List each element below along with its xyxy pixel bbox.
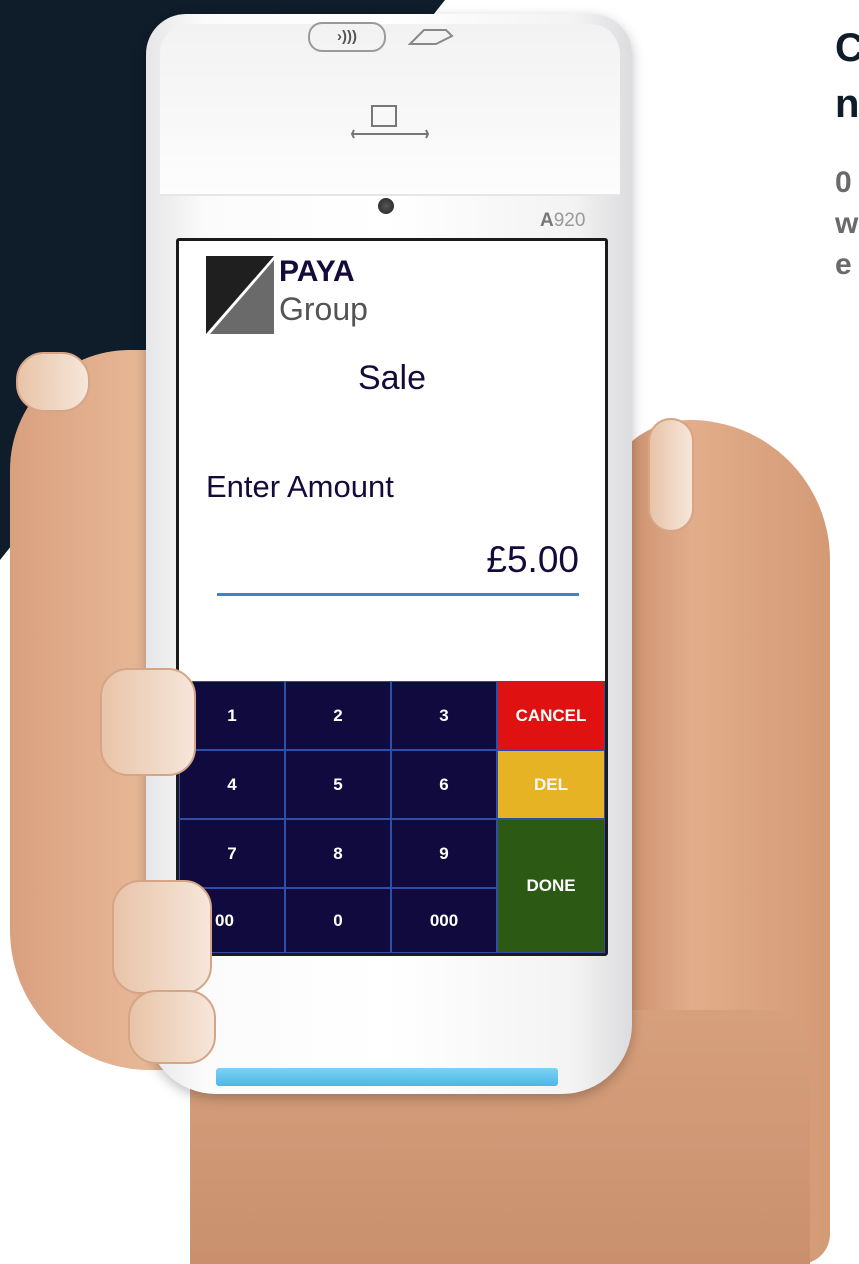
key-5[interactable]: 5 — [285, 750, 391, 819]
enter-amount-label: Enter Amount — [206, 469, 394, 504]
fingernail-middle — [112, 880, 212, 994]
key-0[interactable]: 0 — [285, 888, 391, 953]
cancel-button[interactable]: CANCEL — [497, 681, 605, 750]
logo-text-group: Group — [279, 291, 368, 327]
fingernail-index — [100, 668, 196, 776]
delete-button[interactable]: DEL — [497, 750, 605, 819]
done-button[interactable]: DONE — [497, 819, 605, 953]
logo-text-paya: PAYA — [279, 255, 355, 288]
contactless-icon: ›))) — [308, 22, 386, 52]
card-tap-icon — [406, 24, 456, 54]
numeric-keypad: 1 2 3 CANCEL 4 5 6 DEL 7 8 9 DONE 00 0 0… — [179, 681, 605, 953]
amount-underline — [217, 593, 579, 596]
fingernail-top — [16, 352, 90, 412]
key-7[interactable]: 7 — [179, 819, 285, 888]
side-heading: C n — [835, 26, 859, 126]
key-9[interactable]: 9 — [391, 819, 497, 888]
camera-lens — [378, 198, 394, 214]
key-4[interactable]: 4 — [179, 750, 285, 819]
paya-logo-icon — [206, 256, 274, 334]
status-light-bar — [216, 1068, 558, 1086]
sale-title: Sale — [357, 359, 427, 397]
key-000[interactable]: 000 — [391, 888, 497, 953]
side-paragraph: 0 w e — [835, 166, 859, 281]
amount-input[interactable]: £5.00 — [486, 539, 579, 581]
key-8[interactable]: 8 — [285, 819, 391, 888]
terminal-screen: PAYA Group Sale Enter Amount £5.00 1 2 3… — [176, 238, 608, 956]
key-2[interactable]: 2 — [285, 681, 391, 750]
model-label: A920 — [540, 210, 586, 231]
key-6[interactable]: 6 — [391, 750, 497, 819]
fingernail-right — [648, 418, 694, 532]
fingernail-ring — [128, 990, 216, 1064]
printer-slot-icon — [350, 102, 430, 142]
key-3[interactable]: 3 — [391, 681, 497, 750]
